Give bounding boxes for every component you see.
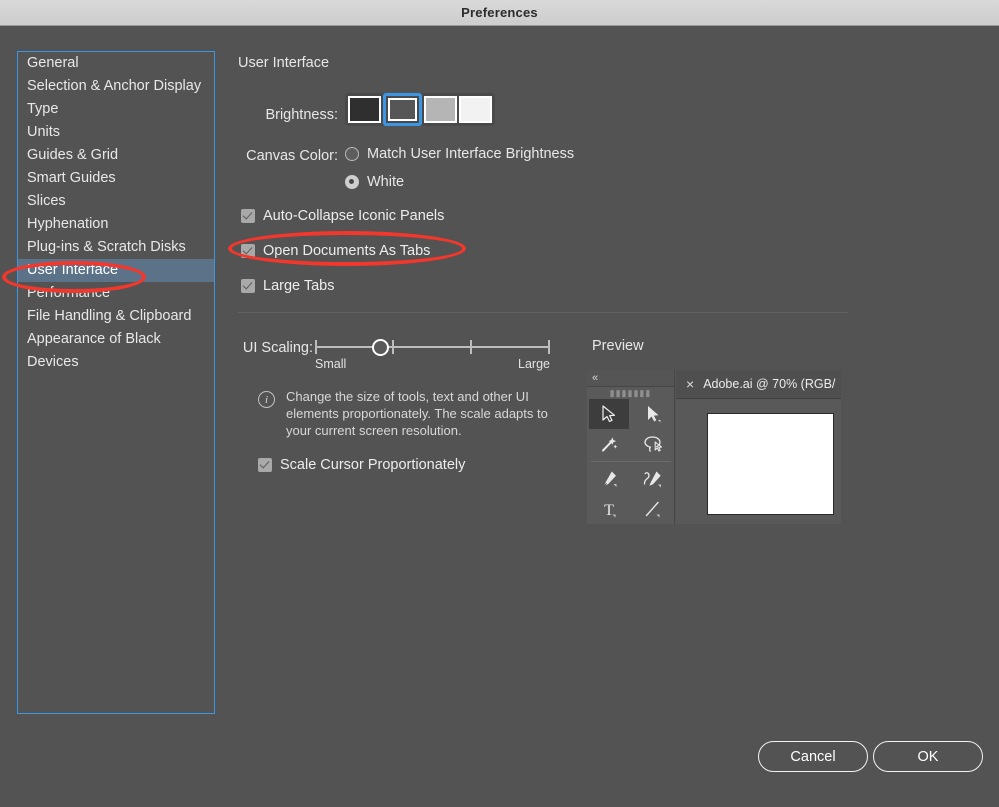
brightness-swatch-light[interactable] [424, 96, 457, 123]
preview-tool-grid: T [587, 399, 674, 524]
checkbox-box[interactable] [241, 279, 255, 293]
slider-track[interactable] [315, 346, 550, 348]
brightness-swatch-darkest[interactable] [348, 96, 381, 123]
sidebar-item-smart-guides[interactable]: Smart Guides [18, 167, 214, 190]
brightness-swatch-lightest[interactable] [459, 96, 492, 123]
preview-canvas-area [676, 399, 841, 524]
preview-title: Preview [592, 338, 644, 354]
magic-wand-tool-icon[interactable] [589, 429, 629, 459]
slider-min-label: Small [315, 357, 347, 371]
sidebar-item-selection-anchor-display[interactable]: Selection & Anchor Display [18, 75, 214, 98]
slider-tick [392, 340, 394, 354]
lasso-tool-icon[interactable] [633, 429, 673, 459]
svg-text:T: T [604, 502, 614, 518]
radio-white-label: White [367, 174, 405, 190]
preview-panel-collapse-icon[interactable]: « [587, 370, 674, 387]
sidebar-item-file-handling-clipboard[interactable]: File Handling & Clipboard [18, 305, 214, 328]
checkbox-box[interactable] [241, 244, 255, 258]
slider-max-label: Large [518, 357, 550, 371]
ui-scaling-description: Change the size of tools, text and other… [286, 389, 548, 438]
checkbox-box[interactable] [241, 209, 255, 223]
pen-tool-icon[interactable] [589, 464, 629, 494]
page-title: User Interface [238, 55, 330, 71]
sidebar-item-plug-ins-scratch-disks[interactable]: Plug-ins & Scratch Disks [18, 236, 214, 259]
sidebar-item-general[interactable]: General [18, 52, 214, 75]
sidebar-item-devices[interactable]: Devices [18, 351, 214, 374]
type-tool-icon[interactable]: T [589, 494, 629, 524]
preview-document-tab[interactable]: × Adobe.ai @ 70% (RGB/ [676, 370, 841, 399]
brightness-swatch-dark[interactable] [388, 98, 417, 121]
preview-document-area: × Adobe.ai @ 70% (RGB/ [676, 370, 841, 524]
window-title: Preferences [461, 5, 538, 20]
sidebar-item-appearance-of-black[interactable]: Appearance of Black [18, 328, 214, 351]
ok-button[interactable]: OK [873, 741, 983, 772]
sidebar-item-hyphenation[interactable]: Hyphenation [18, 213, 214, 236]
preview-document-tab-label: Adobe.ai @ 70% (RGB/ [703, 377, 836, 391]
checkbox-label: Open Documents As Tabs [263, 243, 431, 259]
sidebar-item-type[interactable]: Type [18, 98, 214, 121]
canvas-color-label: Canvas Color: [246, 148, 338, 164]
checkbox-box[interactable] [258, 458, 272, 472]
chevron-double-left-icon: « [592, 372, 599, 384]
sidebar-item-performance[interactable]: Performance [18, 282, 214, 305]
preferences-category-list[interactable]: General Selection & Anchor Display Type Uni… [17, 51, 215, 714]
cancel-button[interactable]: Cancel [758, 741, 868, 772]
brightness-swatch-selected[interactable] [383, 93, 422, 126]
canvas-color-option-match[interactable]: Match User Interface Brightness [345, 146, 574, 162]
sidebar-item-units[interactable]: Units [18, 121, 214, 144]
section-divider [238, 312, 848, 313]
preview-box: « ▮▮▮▮▮▮▮ T × Adobe.ai @ 70% (RGB/ [587, 370, 841, 524]
ui-scaling-label: UI Scaling: [242, 340, 313, 356]
sidebar-item-slices[interactable]: Slices [18, 190, 214, 213]
radio-match-brightness-label: Match User Interface Brightness [367, 146, 575, 162]
checkbox-open-documents-as-tabs[interactable]: Open Documents As Tabs [241, 243, 430, 259]
radio-match-brightness[interactable] [345, 147, 359, 161]
selection-tool-icon[interactable] [589, 399, 629, 429]
slider-handle[interactable] [372, 339, 389, 356]
checkbox-label: Scale Cursor Proportionately [280, 457, 466, 473]
preview-artboard [707, 413, 834, 515]
checkbox-scale-cursor-proportionately[interactable]: Scale Cursor Proportionately [258, 457, 465, 473]
line-segment-tool-icon[interactable] [633, 494, 673, 524]
close-icon[interactable]: × [686, 377, 694, 391]
tool-group-divider [591, 461, 671, 462]
checkbox-label: Auto-Collapse Iconic Panels [263, 208, 445, 224]
canvas-color-option-white[interactable]: White [345, 174, 404, 190]
slider-tick [548, 340, 550, 354]
preferences-dialog: Preferences General Selection & Anchor Di… [0, 0, 999, 807]
checkbox-auto-collapse-iconic-panels[interactable]: Auto-Collapse Iconic Panels [241, 208, 444, 224]
brightness-label: Brightness: [265, 107, 338, 123]
window-titlebar: Preferences [0, 0, 999, 26]
brightness-swatch-group[interactable] [345, 93, 495, 126]
sidebar-item-user-interface[interactable]: User Interface [18, 259, 214, 282]
user-interface-panel: User Interface Brightness: Canvas Color:… [238, 52, 958, 714]
slider-tick [315, 340, 317, 354]
panel-grip-icon: ▮▮▮▮▮▮▮ [609, 387, 652, 398]
radio-white[interactable] [345, 175, 359, 189]
ui-scaling-slider[interactable]: Small Large [315, 335, 550, 371]
info-icon: i [258, 391, 275, 408]
checkbox-large-tabs[interactable]: Large Tabs [241, 278, 334, 294]
slider-tick [470, 340, 472, 354]
checkbox-label: Large Tabs [263, 278, 335, 294]
sidebar-item-guides-grid[interactable]: Guides & Grid [18, 144, 214, 167]
preview-tool-panel: « ▮▮▮▮▮▮▮ T [587, 370, 675, 524]
curvature-pen-tool-icon[interactable] [633, 464, 673, 494]
direct-selection-tool-icon[interactable] [633, 399, 673, 429]
